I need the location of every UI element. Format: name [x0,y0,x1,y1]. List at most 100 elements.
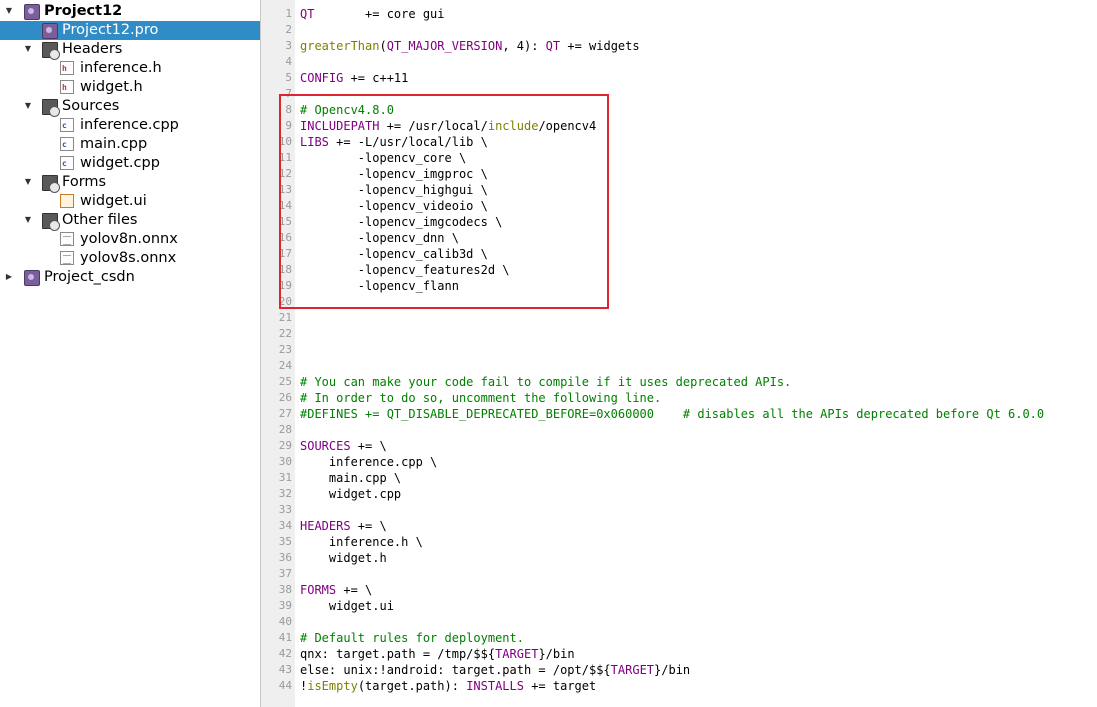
code-line[interactable]: -lopencv_videoio \ [300,198,488,214]
code-token: += core gui [314,7,445,21]
line-number: 24 [278,359,292,372]
code-line[interactable]: !isEmpty(target.path): INSTALLS += targe… [300,678,596,694]
code-line[interactable]: -lopencv_highgui \ [300,182,488,198]
code-line[interactable]: -lopencv_features2d \ [300,262,510,278]
code-token: TARGET [495,647,539,661]
tree-item[interactable]: widget.ui [0,192,260,211]
tree-item[interactable]: ▼ Forms [0,173,260,193]
header-file-icon: h [60,80,74,94]
code-line[interactable]: -lopencv_flann [300,278,459,294]
line-number: 17 [278,247,292,260]
code-token: FORMS [300,583,337,597]
code-token: += -L/usr/local/lib \ [328,135,488,149]
file-type-glyph: h [62,64,67,73]
tree-item[interactable]: h widget.h [0,78,260,97]
code-line[interactable]: inference.h \ [300,534,423,550]
code-line[interactable]: -lopencv_imgcodecs \ [300,214,503,230]
code-line[interactable]: # Opencv4.8.0 [300,102,394,118]
tree-item[interactable]: yolov8s.onnx [0,249,260,268]
code-token: greaterThan [300,39,380,53]
line-number: 31 [278,471,292,484]
tree-item[interactable]: h inference.h [0,59,260,78]
code-line[interactable]: # Default rules for deployment. [300,630,524,646]
code-line[interactable]: SOURCES += \ [300,438,387,454]
line-number: 16 [278,231,292,244]
code-editor[interactable]: 1 2 3 4 5 7 8 9 10 11 12 13 14 15 16 17 18 19 20 21 22 23 24 25… [261,0,1097,707]
expand-arrow-icon[interactable]: ▼ [23,177,33,187]
code-line[interactable]: INCLUDEPATH += /usr/local/include/opencv… [300,118,596,134]
code-line[interactable]: main.cpp \ [300,470,401,486]
cpp-file-icon: c [60,118,74,132]
code-line[interactable]: widget.h [300,550,387,566]
code-line[interactable]: HEADERS += \ [300,518,387,534]
code-token: # You can make your code fail to compile… [300,375,792,389]
line-number: 22 [278,327,292,340]
code-line[interactable]: LIBS += -L/usr/local/lib \ [300,134,488,150]
expand-arrow-icon[interactable]: ▼ [23,101,33,111]
collapse-arrow-icon[interactable]: ▶ [4,272,14,282]
code-token: widget.ui [300,599,394,613]
code-line[interactable]: else: unix:!android: target.path = /opt/… [300,662,690,678]
code-token: += \ [336,583,373,597]
tree-item[interactable]: ▼ Headers [0,40,260,60]
expand-arrow-icon[interactable]: ▼ [4,6,14,16]
tree-item[interactable]: c inference.cpp [0,116,260,135]
code-line[interactable]: widget.cpp [300,486,401,502]
line-number: 9 [285,119,292,132]
line-number: 30 [278,455,292,468]
tree-item[interactable]: c widget.cpp [0,154,260,173]
code-line[interactable]: -lopencv_imgproc \ [300,166,488,182]
tree-item-label: Forms [62,174,107,190]
code-line[interactable]: -lopencv_core \ [300,150,466,166]
code-area[interactable]: QT += core gui greaterThan(QT_MAJOR_VERSI… [300,0,1097,707]
code-line[interactable]: greaterThan(QT_MAJOR_VERSION, 4): QT += … [300,38,640,54]
tree-item-label: yolov8n.onnx [80,231,178,247]
code-token: isEmpty [307,679,358,693]
line-number: 34 [278,519,292,532]
tree-item[interactable]: ▼ Project12 [0,2,260,21]
expand-arrow-icon[interactable]: ▼ [23,44,33,54]
code-token: QT_MAJOR_VERSION [386,39,503,53]
code-token: += \ [350,519,387,533]
line-number: 26 [278,391,292,404]
code-token: HEADERS [300,519,351,533]
code-token: , 4): [502,39,546,53]
code-line[interactable]: widget.ui [300,598,394,614]
line-number: 29 [278,439,292,452]
code-token: widget.cpp [300,487,402,501]
tree-item[interactable]: ▶ Project_csdn [0,268,260,287]
line-number: 3 [285,39,292,52]
code-line[interactable]: #DEFINES += QT_DISABLE_DEPRECATED_BEFORE… [300,406,1044,422]
code-token: LIBS [300,135,329,149]
code-line[interactable]: -lopencv_dnn \ [300,230,459,246]
tree-item[interactable]: Project12.pro [0,21,260,40]
tree-item[interactable]: ▼ Other files [0,211,260,231]
code-line[interactable]: # You can make your code fail to compile… [300,374,791,390]
code-token: QT [300,7,315,21]
cpp-file-icon: c [60,137,74,151]
code-line[interactable]: # In order to do so, uncomment the follo… [300,390,661,406]
tree-item[interactable]: yolov8n.onnx [0,230,260,249]
code-token: include [487,119,539,133]
headers-folder-icon [42,42,60,60]
code-token: main.cpp \ [300,471,402,485]
code-line[interactable]: inference.cpp \ [300,454,437,470]
code-token: += /usr/local/ [379,119,488,133]
project-tree-panel[interactable]: ▼ Project12 Project12.pro ▼ Headers h inferenc… [0,0,261,707]
code-line[interactable]: CONFIG += c++11 [300,70,408,86]
line-number: 13 [278,183,292,196]
tree-item[interactable]: ▼ Sources [0,97,260,117]
code-line[interactable]: QT += core gui [300,6,445,22]
code-line[interactable]: -lopencv_calib3d \ [300,246,488,262]
tree-item-label: Headers [62,41,123,57]
sources-folder-icon [42,99,60,117]
expand-arrow-icon[interactable]: ▼ [23,215,33,225]
tree-item[interactable]: c main.cpp [0,135,260,154]
line-number: 28 [278,423,292,436]
line-number: 44 [278,679,292,692]
code-line[interactable]: qnx: target.path = /tmp/$${TARGET}/bin [300,646,575,662]
code-token: CONFIG [300,71,344,85]
line-number: 36 [278,551,292,564]
code-token: -lopencv_flann [300,279,459,293]
code-line[interactable]: FORMS += \ [300,582,372,598]
